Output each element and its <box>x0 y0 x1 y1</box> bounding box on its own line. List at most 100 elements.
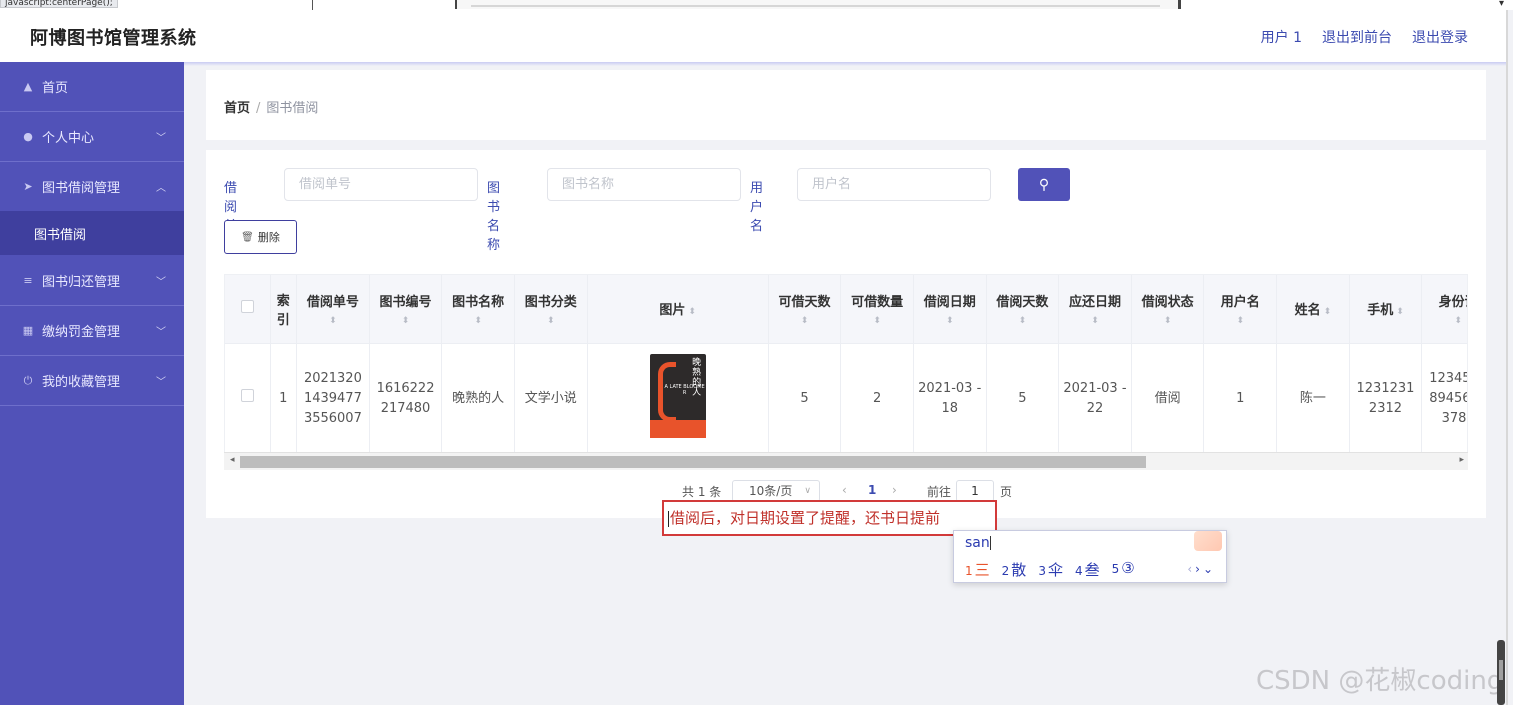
sort-icon[interactable]: ⬍ <box>845 316 909 326</box>
select-all-checkbox[interactable] <box>240 300 254 314</box>
power-icon: ⏻ <box>23 373 33 387</box>
ime-candidate[interactable]: 2散 <box>1002 559 1027 580</box>
col-header[interactable]: 可借数量 ⬍ <box>840 275 914 344</box>
goto-label: 前往 <box>927 485 952 499</box>
scroll-left-icon[interactable]: ◂ <box>230 455 235 465</box>
col-header[interactable]: 用户名 ⬍ <box>1203 275 1278 344</box>
col-header[interactable]: 借阅单号 ⬍ <box>296 275 370 344</box>
ime-expand-icon: ⌄ <box>1202 562 1216 576</box>
username-input[interactable] <box>797 168 991 201</box>
delete-button[interactable]: 🗑 删除 <box>224 220 297 254</box>
col-header[interactable]: 应还日期 ⬍ <box>1058 275 1132 344</box>
horizontal-scrollbar[interactable]: ◂ ▸ <box>224 452 1468 470</box>
sort-icon[interactable]: ⬍ <box>1396 307 1404 317</box>
sort-icon[interactable]: ⬍ <box>1324 307 1332 317</box>
sort-icon[interactable]: ⬍ <box>688 307 696 317</box>
breadcrumb-separator: / <box>256 101 261 116</box>
ime-candidate[interactable]: 4叁 <box>1075 559 1100 580</box>
page-size-select[interactable]: 10条/页 ∨ <box>732 480 820 502</box>
cell-id-card: 1234567 8945612 3789 <box>1421 343 1467 455</box>
prev-page-icon[interactable]: ‹ <box>842 483 847 497</box>
col-header[interactable]: 图书名称 ⬍ <box>441 275 515 344</box>
cell-phone: 1231231 2312 <box>1349 343 1423 455</box>
sort-icon[interactable]: ⬍ <box>519 316 583 326</box>
page-scrollbar[interactable] <box>1497 640 1505 705</box>
sidebar-item-home[interactable]: ▲ 首页 <box>0 62 184 112</box>
next-page-icon[interactable]: › <box>892 483 897 497</box>
book-name-input[interactable] <box>547 168 741 201</box>
scroll-right-icon[interactable]: ▸ <box>1459 455 1464 465</box>
sidebar-item-favorites[interactable]: ⏻ 我的收藏管理 ﹀ <box>0 356 184 406</box>
table-row[interactable]: 1 20213201439477 3556007 1616222 217480 … <box>225 343 1467 455</box>
sidebar-item-label: 个人中心 <box>42 131 95 146</box>
front-page-link[interactable]: 退出到前台 <box>1322 27 1392 47</box>
annotation-textbox[interactable]: 借阅后，对日期设置了提醒，还书日提前 <box>662 500 997 536</box>
col-header[interactable]: 身份证⬍ <box>1421 275 1467 344</box>
dropdown-arrow-icon[interactable]: ▾ <box>1499 0 1504 9</box>
sort-icon[interactable]: ⬍ <box>374 316 438 326</box>
sidebar-subitem-label: 图书借阅 <box>34 227 87 243</box>
ime-candidate[interactable]: 1三 <box>965 559 990 580</box>
sidebar-item-borrow[interactable]: ➤ 图书借阅管理 ︿ <box>0 162 184 212</box>
col-header[interactable]: 姓名 ⬍ <box>1276 275 1350 344</box>
goto-page-input[interactable]: 1 <box>956 480 994 502</box>
cell-book-name: 晚熟的人 <box>441 343 515 455</box>
trash-icon: 🗑 <box>241 231 254 243</box>
strip-divider <box>312 0 313 10</box>
chevron-down-icon: ∨ <box>804 486 811 496</box>
sidebar-item-personal[interactable]: ● 个人中心 ﹀ <box>0 112 184 162</box>
col-header[interactable]: 借阅日期 ⬍ <box>913 275 987 344</box>
row-checkbox[interactable] <box>240 389 254 403</box>
sort-icon[interactable]: ⬍ <box>1063 316 1127 326</box>
top-header: 阿博图书馆管理系统 用户 1 退出到前台 退出登录 <box>0 10 1506 62</box>
col-header[interactable]: 图书编号 ⬍ <box>369 275 443 344</box>
search-button[interactable]: ⚲ <box>1018 168 1070 201</box>
sidebar-item-label: 图书借阅管理 <box>42 181 121 196</box>
select-all-checkbox-cell[interactable] <box>225 275 271 344</box>
borrow-no-input[interactable] <box>284 168 478 201</box>
breadcrumb: 首页 / 图书借阅 <box>224 97 318 116</box>
col-header[interactable]: 借阅状态 ⬍ <box>1131 275 1205 344</box>
cell-due-date: 2021-03 -22 <box>1058 343 1132 455</box>
ime-page-nav[interactable]: ‹›⌄ <box>1187 562 1216 576</box>
col-header[interactable]: 图书分类 ⬍ <box>514 275 588 344</box>
user-link[interactable]: 用户 1 <box>1261 27 1302 47</box>
scroll-thumb[interactable] <box>240 456 1146 468</box>
col-header[interactable]: 手机 ⬍ <box>1349 275 1423 344</box>
sidebar-item-label: 首页 <box>42 81 69 96</box>
sort-icon[interactable]: ⬍ <box>918 316 982 326</box>
row-checkbox-cell[interactable] <box>225 343 271 455</box>
borrow-table: 索引 借阅单号 ⬍ 图书编号 ⬍ 图书名称 ⬍ 图书分类 ⬍ 图片 ⬍ 可借天数 ⬍ 可借数… <box>224 274 1468 470</box>
sort-icon[interactable]: ⬍ <box>446 316 510 326</box>
logout-link[interactable]: 退出登录 <box>1412 27 1468 47</box>
sort-icon[interactable]: ⬍ <box>1136 316 1200 326</box>
cell-days-allowed: 5 <box>768 343 842 455</box>
sort-icon[interactable]: ⬍ <box>1426 316 1467 326</box>
sort-icon[interactable]: ⬍ <box>301 316 365 326</box>
user-icon: ● <box>23 130 33 143</box>
sidebar-item-label: 图书归还管理 <box>42 275 121 290</box>
right-border <box>1506 10 1508 705</box>
ime-candidate[interactable]: 3伞 <box>1038 559 1063 580</box>
total-count: 共 1 条 <box>682 485 722 499</box>
sidebar-item-fines[interactable]: ▦ 缴纳罚金管理 ﹀ <box>0 306 184 356</box>
sidebar-item-return[interactable]: ≡ 图书归还管理 ﹀ <box>0 256 184 306</box>
cell-book-no: 1616222 217480 <box>369 343 443 455</box>
chevron-up-icon: ︿ <box>156 183 166 194</box>
cell-name: 陈一 <box>1276 343 1350 455</box>
col-header[interactable]: 图片 ⬍ <box>587 275 769 344</box>
cell-image: 晚熟的人 A LATE BLOOMER <box>587 343 769 455</box>
cell-qty: 2 <box>840 343 914 455</box>
cell-borrow-days: 5 <box>986 343 1060 455</box>
page-number[interactable]: 1 <box>868 483 876 497</box>
col-header[interactable]: 借阅天数 ⬍ <box>986 275 1060 344</box>
ime-candidates: 1三 2散 3伞 4叁 5③ <box>965 559 1135 580</box>
ime-candidate[interactable]: 5③ <box>1112 559 1135 580</box>
sort-icon[interactable]: ⬍ <box>991 316 1055 326</box>
col-header[interactable]: 可借天数 ⬍ <box>768 275 842 344</box>
sidebar-subitem-borrow[interactable]: 图书借阅 <box>0 211 184 255</box>
breadcrumb-home[interactable]: 首页 <box>224 101 250 116</box>
sort-icon[interactable]: ⬍ <box>773 316 837 326</box>
ime-composition: san <box>965 535 991 551</box>
sort-icon[interactable]: ⬍ <box>1208 316 1272 326</box>
